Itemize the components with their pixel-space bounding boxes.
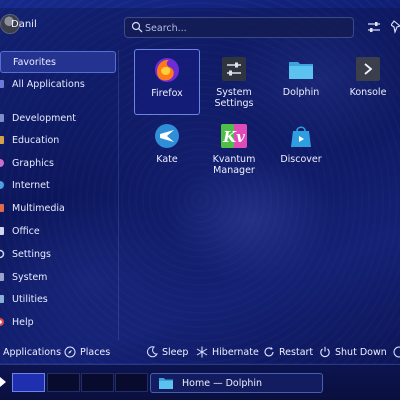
more-power-options-button[interactable] [393,344,400,360]
hibernate-button[interactable]: Hibernate [196,344,259,360]
hibernate-label: Hibernate [212,346,259,358]
sidebar-item-settings[interactable]: Settings [0,243,116,265]
hibernate-snowflake-icon [196,346,208,358]
app-label-line: System Settings [214,87,254,109]
sleep-label: Sleep [162,346,189,358]
internet-icon [0,181,4,189]
taskbar-panel: Home — Dolphin [0,364,400,400]
search-field[interactable] [124,17,354,38]
sidebar-item-system[interactable]: System [0,266,116,288]
utilities-icon [0,295,4,303]
sidebar-item-label: Help [12,316,34,328]
sidebar-item-all-applications[interactable]: All Applications [0,73,116,95]
places-tab-label: Places [80,346,111,358]
compass-icon [64,346,76,358]
sidebar-item-help[interactable]: Help [0,311,116,333]
app-label-line: Kvantum Manager [212,154,256,176]
graphics-icon [0,159,4,167]
multimedia-icon [0,204,4,212]
sidebar-item-label: Education [12,134,60,146]
sidebar-item-favorites[interactable]: Favorites [0,51,116,73]
restart-button[interactable]: Restart [263,344,313,360]
system-settings-icon [222,57,246,81]
app-tile-firefox[interactable]: Firefox [134,49,200,115]
power-icon [320,346,330,358]
virtual-desktop-1[interactable] [12,373,45,392]
applications-tab-label: Applications [3,346,62,358]
dolphin-folder-icon [289,62,313,79]
sleep-moon-icon [147,346,158,358]
sidebar-item-label: Settings [12,248,51,260]
sidebar-item-label: All Applications [12,78,85,90]
virtual-desktop-2[interactable] [47,373,80,392]
sidebar-item-label: Favorites [13,56,56,68]
task-entry-label: Home — Dolphin [182,378,263,389]
konsole-icon [356,57,380,81]
sidebar-item-label: Graphics [12,157,54,169]
help-lifebuoy-icon [0,318,4,326]
sidebar-item-office[interactable]: Office [0,220,116,242]
sidebar-item-multimedia[interactable]: Multimedia [0,197,116,219]
sidebar-item-label: Utilities [12,293,48,305]
application-launcher: Danil Favorites All Applications [0,8,400,363]
launcher-header: Danil [0,8,400,42]
configure-sliders-icon[interactable] [367,20,381,34]
sidebar-item-label: System [12,271,48,283]
sidebar-item-education[interactable]: Education [0,129,116,151]
search-icon [131,21,143,33]
chevron-left-icon [393,346,400,358]
app-tile-dolphin[interactable]: Dolphin [268,49,334,115]
development-icon [0,114,4,122]
app-tile-system-settings[interactable]: System Settings [201,49,267,115]
restart-icon [264,347,274,357]
sidebar-item-internet[interactable]: Internet [0,174,116,196]
kvantum-icon: Kv [221,124,247,148]
discover-icon [291,126,311,147]
sidebar-item-label: Internet [12,179,50,191]
applications-tab[interactable]: Applications [3,344,61,360]
app-label: System Settings [199,87,269,109]
sleep-button[interactable]: Sleep [146,344,188,360]
sidebar-divider [118,50,119,340]
app-tile-discover[interactable]: Discover [268,116,334,182]
sidebar-item-utilities[interactable]: Utilities [0,288,116,310]
kate-icon [155,124,179,148]
all-apps-icon [0,80,4,88]
restart-label: Restart [279,346,314,358]
firefox-icon [155,58,179,82]
app-tile-kate[interactable]: Kate [134,116,200,182]
shutdown-label: Shut Down [335,346,387,358]
search-input[interactable] [145,20,345,36]
app-label: Firefox [151,88,183,99]
svg-text:Kv: Kv [222,128,245,146]
app-tile-konsole[interactable]: Konsole [335,49,400,115]
pin-icon[interactable] [391,20,400,34]
settings-gear-icon [0,249,5,259]
app-label: Konsole [349,87,387,98]
virtual-desktop-3[interactable] [81,373,114,392]
sidebar-item-development[interactable]: Development [0,107,116,129]
task-entry-dolphin[interactable]: Home — Dolphin [150,373,323,393]
user-name: Danil [11,19,37,30]
sidebar-item-label: Development [12,112,76,124]
app-label: Kvantum Manager [199,154,269,176]
sidebar-item-label: Multimedia [12,202,65,214]
sidebar-item-graphics[interactable]: Graphics [0,152,116,174]
app-label: Kate [156,154,178,165]
shutdown-button[interactable]: Shut Down [319,344,387,360]
virtual-desktop-4[interactable] [115,373,148,392]
app-label: Dolphin [282,87,320,98]
office-icon [0,227,4,235]
app-launcher-icon[interactable] [0,373,12,391]
education-icon [0,136,4,144]
system-icon [0,273,4,281]
app-tile-kvantum-manager[interactable]: Kv Kvantum Manager [201,116,267,182]
folder-icon [159,378,173,389]
app-label: Discover [280,154,322,165]
places-tab[interactable]: Places [64,344,110,360]
category-sidebar: Favorites All Applications Development E… [0,48,118,348]
sidebar-item-label: Office [12,225,40,237]
